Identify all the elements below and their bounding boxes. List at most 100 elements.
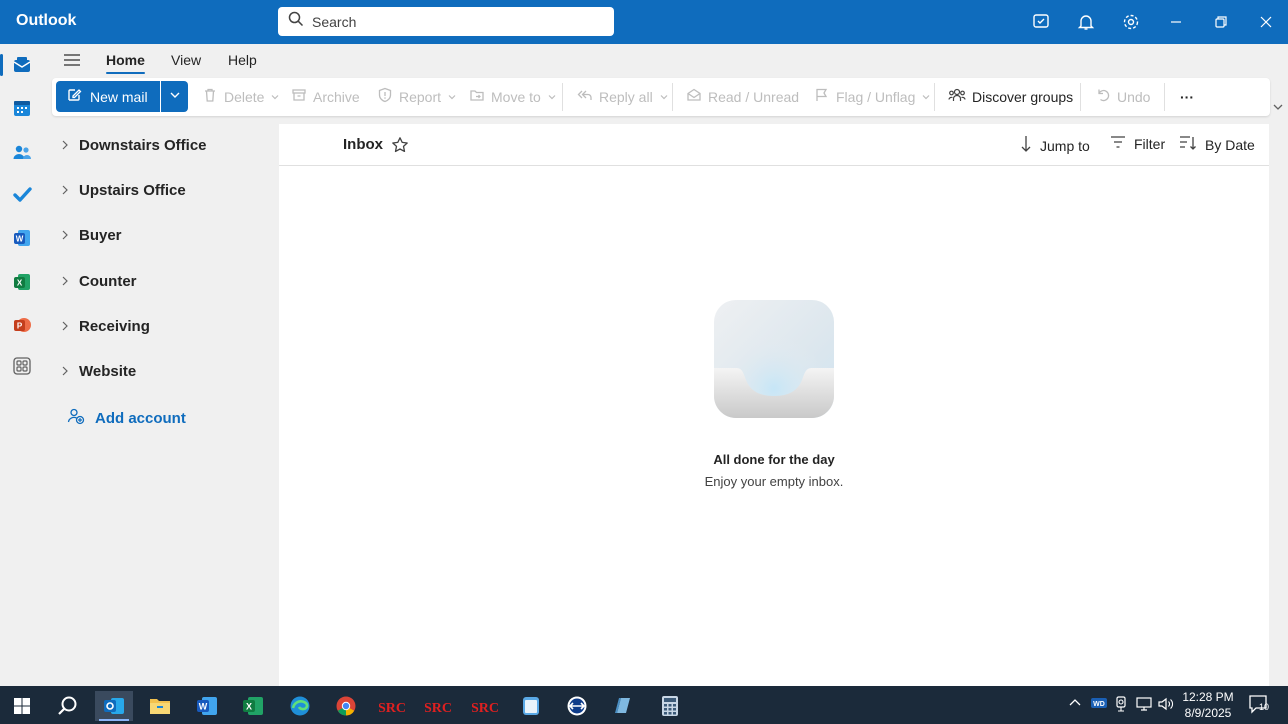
taskbar-clock[interactable]: 12:28 PM 8/9/2025: [1180, 689, 1236, 721]
reply-all-button[interactable]: Reply all: [577, 81, 669, 112]
undo-icon: [1095, 87, 1111, 106]
shield-icon: [377, 87, 393, 106]
archive-button[interactable]: Archive: [291, 81, 360, 112]
chevron-right-icon: [61, 321, 69, 331]
search-icon: [288, 11, 304, 32]
folder-item[interactable]: Buyer: [61, 223, 122, 247]
folder-item[interactable]: Receiving: [61, 314, 150, 338]
people-icon[interactable]: [8, 138, 36, 166]
empty-inbox-illustration: [711, 298, 837, 422]
search-input[interactable]: [312, 13, 592, 30]
network-icon[interactable]: [1135, 696, 1153, 712]
add-account-link[interactable]: Add account: [67, 407, 186, 429]
reply-all-label: Reply all: [599, 88, 653, 105]
new-mail-button[interactable]: New mail: [56, 81, 160, 112]
show-hidden-icons-icon[interactable]: [1068, 696, 1082, 710]
gear-icon[interactable]: [1119, 10, 1143, 34]
folder-item[interactable]: Downstairs Office: [61, 133, 207, 157]
move-to-button[interactable]: Move to: [469, 81, 557, 112]
taskbar-app-src-icon[interactable]: SRC: [373, 691, 411, 721]
taskbar-search-icon[interactable]: [49, 691, 87, 721]
chevron-down-icon: [169, 88, 181, 106]
excel-icon[interactable]: X: [8, 268, 36, 296]
minimize-icon[interactable]: [1164, 10, 1188, 34]
volume-icon[interactable]: [1157, 696, 1175, 712]
folder-item[interactable]: Website: [61, 359, 136, 383]
my-day-icon[interactable]: [1029, 10, 1053, 34]
taskbar-calculator-icon[interactable]: [651, 691, 689, 721]
toolbar-divider: [1164, 83, 1165, 111]
taskbar-app-src-icon[interactable]: SRC: [466, 691, 504, 721]
taskbar-chrome-icon[interactable]: [327, 691, 365, 721]
ribbon-expand-icon[interactable]: [1272, 100, 1284, 118]
filter-icon: [1110, 135, 1126, 152]
discover-groups-button[interactable]: Discover groups: [948, 81, 1073, 112]
tab-help[interactable]: Help: [228, 52, 257, 68]
folder-item[interactable]: Upstairs Office: [61, 178, 186, 202]
folder-label: Downstairs Office: [79, 136, 207, 154]
word-icon[interactable]: W: [8, 224, 36, 252]
folder-title: Inbox: [343, 136, 383, 153]
message-list-header: Inbox Jump to Filter By Date: [279, 124, 1269, 166]
taskbar-app-icon[interactable]: [604, 691, 642, 721]
chevron-right-icon: [61, 185, 69, 195]
flag-icon: [814, 87, 830, 106]
sort-icon: [1179, 135, 1197, 154]
taskbar-excel-icon[interactable]: X: [234, 691, 272, 721]
svg-text:SRC: SRC: [472, 701, 498, 716]
filter-button[interactable]: Filter: [1110, 135, 1165, 152]
taskbar-file-explorer-icon[interactable]: [141, 691, 179, 721]
bell-icon[interactable]: [1074, 10, 1098, 34]
calendar-icon[interactable]: [8, 94, 36, 122]
discover-groups-label: Discover groups: [972, 88, 1074, 105]
chevron-down-icon: [270, 89, 280, 105]
tab-view[interactable]: View: [171, 52, 201, 68]
arrow-down-icon: [1020, 135, 1032, 156]
wd-drive-icon[interactable]: WD: [1090, 696, 1108, 710]
undo-button[interactable]: Undo: [1095, 81, 1150, 112]
taskbar-app-src-icon[interactable]: SRC: [419, 691, 457, 721]
jump-to-button[interactable]: Jump to: [1020, 135, 1090, 156]
more-apps-icon[interactable]: [8, 352, 36, 380]
more-options-button[interactable]: ···: [1180, 81, 1194, 112]
taskbar-word-icon[interactable]: W: [188, 691, 226, 721]
close-icon[interactable]: [1254, 10, 1278, 34]
taskbar-edge-icon[interactable]: [281, 691, 319, 721]
taskbar-outlook-icon[interactable]: [95, 691, 133, 721]
hamburger-icon[interactable]: [63, 52, 81, 73]
folder-label: Upstairs Office: [79, 181, 186, 199]
rail-active-indicator: [0, 54, 3, 76]
ribbon-toolbar: New mail Delete Archive Report Move to R…: [52, 78, 1270, 116]
report-button[interactable]: Report: [377, 81, 457, 112]
restore-icon[interactable]: [1209, 10, 1233, 34]
folder-item[interactable]: Counter: [61, 269, 137, 293]
powerpoint-icon[interactable]: P: [8, 311, 36, 339]
title-bar: Outlook: [0, 0, 1288, 44]
chevron-right-icon: [61, 140, 69, 150]
clock-time: 12:28 PM: [1182, 690, 1234, 704]
taskbar-notepad-icon[interactable]: [512, 691, 550, 721]
empty-state-title: All done for the day: [713, 452, 835, 467]
windows-start-icon[interactable]: [3, 691, 41, 721]
delete-label: Delete: [224, 88, 265, 105]
mail-icon[interactable]: [8, 51, 36, 79]
taskbar-teamviewer-icon[interactable]: [558, 691, 596, 721]
tab-home[interactable]: Home: [106, 52, 145, 74]
todo-icon[interactable]: [8, 181, 36, 209]
star-icon[interactable]: [391, 136, 409, 159]
new-mail-label: New mail: [90, 88, 148, 105]
archive-label: Archive: [313, 88, 360, 105]
svg-text:W: W: [16, 235, 24, 244]
sort-button[interactable]: By Date: [1179, 135, 1255, 154]
device-icon[interactable]: [1114, 696, 1128, 712]
archive-icon: [291, 87, 307, 106]
compose-icon: [66, 87, 82, 106]
folder-label: Counter: [79, 272, 137, 290]
svg-text:SRC: SRC: [425, 701, 451, 716]
read-unread-button[interactable]: Read / Unread: [686, 81, 799, 112]
new-mail-dropdown[interactable]: [161, 81, 188, 112]
search-box[interactable]: [278, 7, 614, 36]
flag-unflag-label: Flag / Unflag: [836, 88, 916, 105]
delete-button[interactable]: Delete: [202, 81, 280, 112]
flag-unflag-button[interactable]: Flag / Unflag: [814, 81, 931, 112]
